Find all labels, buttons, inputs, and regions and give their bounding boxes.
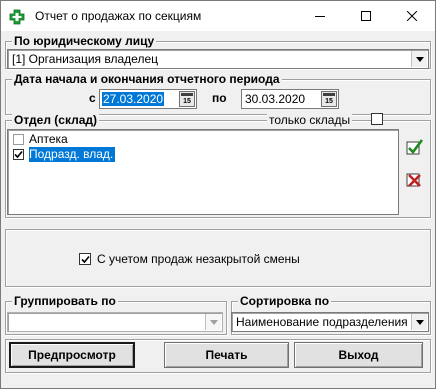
unclosed-shift-checkbox[interactable] — [79, 253, 91, 265]
close-button[interactable] — [389, 1, 435, 31]
legal-entity-select[interactable]: [1] Организация владелец — [7, 49, 429, 69]
close-icon — [407, 11, 417, 21]
minimize-icon — [315, 16, 325, 17]
legal-entity-value: [1] Организация владелец — [12, 52, 158, 66]
minimize-button[interactable] — [297, 1, 343, 31]
green-cross-icon — [9, 9, 25, 25]
period-title: Дата начала и окончания отчетного период… — [12, 72, 282, 86]
legal-entity-title: По юридическому лицу — [12, 34, 157, 48]
department-list[interactable]: Аптека Подразд. влад. — [7, 129, 399, 215]
maximize-button[interactable] — [343, 1, 389, 31]
title-bar[interactable]: Отчет о продажах по секциям — [1, 1, 435, 31]
date-to-label: по — [212, 91, 227, 105]
item-label: Аптека — [29, 132, 68, 146]
date-to-value: 30.03.2020 — [245, 92, 306, 106]
date-from-label: с — [89, 91, 96, 105]
grouping-select[interactable] — [7, 312, 223, 332]
preview-button[interactable]: Предпросмотр — [9, 342, 135, 368]
date-from-value: 27.03.2020 — [102, 92, 165, 106]
chevron-down-icon[interactable] — [411, 51, 427, 67]
checkmark-icon — [80, 255, 90, 263]
print-button[interactable]: Печать — [164, 342, 289, 368]
only-warehouses-label: только склады — [267, 113, 353, 127]
item-checkbox[interactable] — [13, 134, 24, 145]
grouping-title: Группировать по — [12, 294, 118, 308]
calendar-icon[interactable]: 15 — [179, 91, 195, 107]
report-window: Отчет о продажах по секциям По юридическ… — [0, 0, 436, 389]
calendar-icon[interactable]: 15 — [321, 91, 337, 107]
sorting-select[interactable]: Наименование подразделения — [231, 312, 429, 332]
date-to-field[interactable]: 30.03.2020 15 — [241, 89, 339, 109]
sorting-title: Сортировка по — [238, 294, 332, 308]
list-item[interactable]: Аптека — [10, 132, 400, 147]
check-all-icon[interactable] — [406, 138, 424, 156]
unclosed-shift-label: С учетом продаж незакрытой смены — [97, 252, 300, 266]
chevron-down-icon[interactable] — [205, 314, 221, 330]
item-checkbox[interactable] — [13, 149, 24, 160]
item-label: Подразд. влад. — [29, 147, 116, 162]
exit-button[interactable]: Выход — [294, 342, 423, 368]
maximize-icon — [361, 11, 371, 21]
window-title: Отчет о продажах по секциям — [35, 9, 202, 23]
checkmark-icon — [14, 150, 23, 159]
uncheck-all-icon[interactable] — [406, 170, 424, 188]
list-item[interactable]: Подразд. влад. — [10, 147, 400, 162]
only-warehouses-checkbox[interactable] — [371, 113, 383, 125]
sorting-value: Наименование подразделения — [236, 315, 408, 329]
date-from-field[interactable]: 27.03.2020 15 — [99, 89, 197, 109]
chevron-down-icon[interactable] — [411, 314, 427, 330]
department-title: Отдел (склад) — [12, 113, 100, 127]
